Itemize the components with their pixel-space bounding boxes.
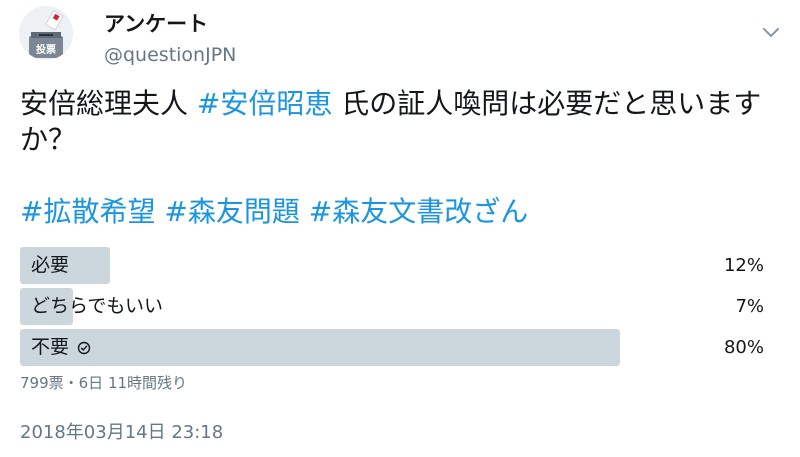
- tweet-text-prefix: 安倍総理夫人: [20, 87, 197, 120]
- poll-option[interactable]: 不要 80%: [20, 329, 770, 366]
- display-name[interactable]: アンケート: [104, 10, 236, 38]
- poll-bar: [20, 329, 620, 366]
- poll-option[interactable]: 必要 12%: [20, 247, 770, 284]
- avatar[interactable]: 投票: [19, 6, 73, 60]
- poll-option-percent: 7%: [735, 296, 764, 317]
- author-block: アンケート @questionJPN: [104, 10, 236, 68]
- mention-hashtag[interactable]: #安倍昭恵: [197, 87, 332, 120]
- hashtag-2[interactable]: #森友問題: [164, 195, 299, 228]
- avatar-text: 投票: [36, 43, 56, 56]
- poll-option-percent: 12%: [723, 255, 764, 276]
- tweet-timestamp[interactable]: 2018年03月14日 23:18: [20, 418, 223, 444]
- check-circle-icon: [77, 341, 91, 355]
- hashtag-1[interactable]: #拡散希望: [20, 195, 155, 228]
- poll-option-label: 不要: [31, 336, 70, 358]
- poll-option-label-wrap: 不要: [31, 329, 91, 366]
- poll-meta: 799票・6日 11時間残り: [20, 374, 188, 392]
- tweet-text: 安倍総理夫人 #安倍昭恵 氏の証人喚問は必要だと思いますか？ #拡散希望 #森友…: [20, 86, 780, 230]
- chevron-down-icon: [763, 28, 779, 37]
- poll: 必要 12% どちらでもいい 7% 不要 80%: [20, 247, 770, 370]
- user-handle[interactable]: @questionJPN: [104, 42, 236, 68]
- hashtag-3[interactable]: #森友文書改ざん: [309, 195, 528, 228]
- more-options-button[interactable]: [760, 22, 782, 44]
- poll-option[interactable]: どちらでもいい 7%: [20, 288, 770, 325]
- poll-option-label: どちらでもいい: [31, 295, 164, 317]
- poll-option-percent: 80%: [723, 337, 764, 358]
- poll-option-label: 必要: [31, 254, 70, 276]
- ballot-box-icon: 投票: [19, 6, 73, 60]
